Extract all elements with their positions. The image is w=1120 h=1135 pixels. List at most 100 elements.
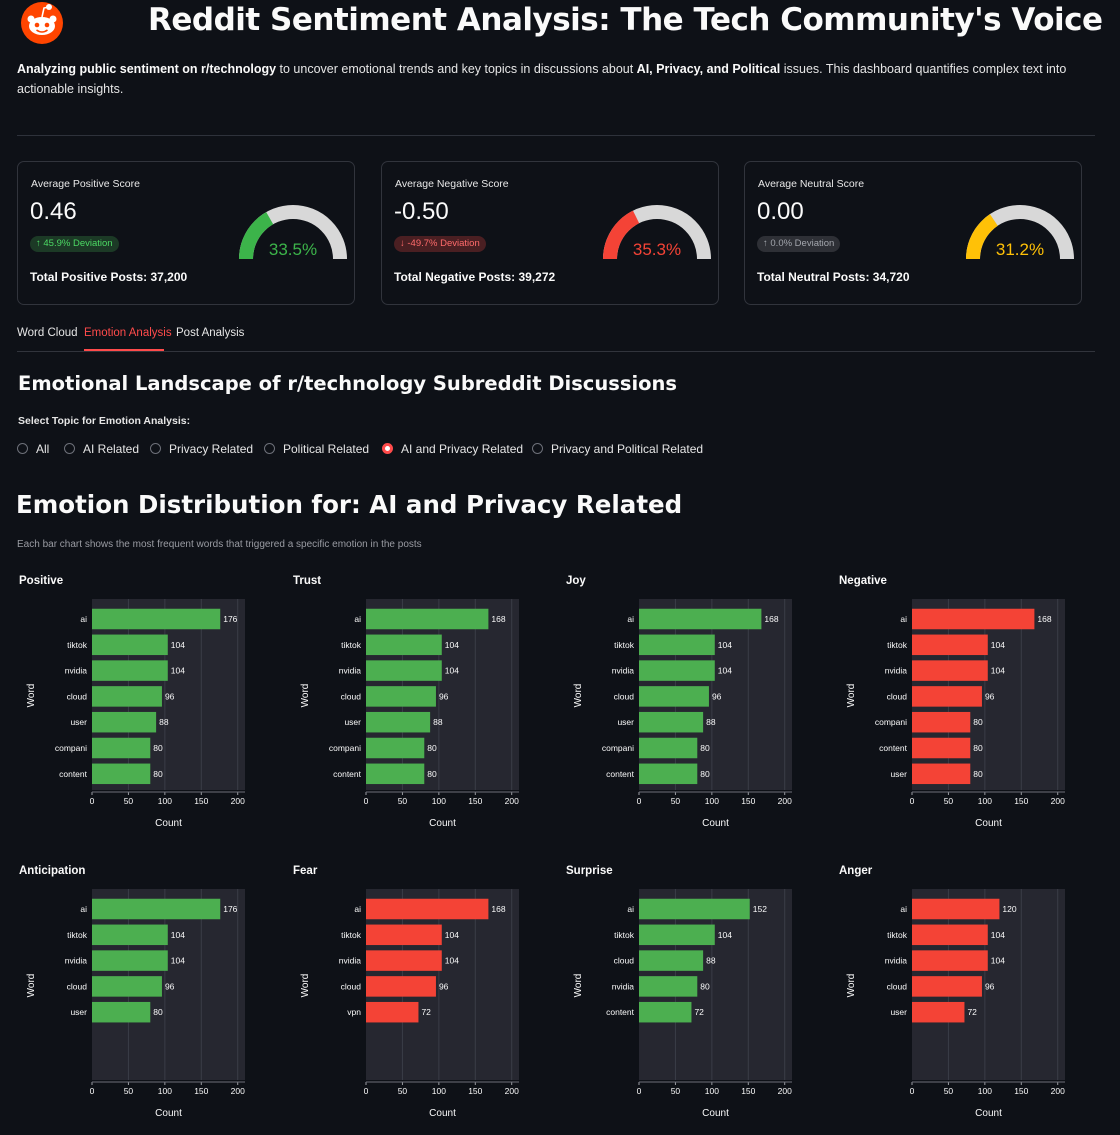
chart-anticipation: Anticipation 0 50 100 150 200 176 ai 104 tiktok 1… [17,865,289,1135]
x-tick-label: 200 [778,796,792,806]
bar-ai [92,898,221,920]
bar-value-label: 80 [700,981,710,991]
bar-value-label: 96 [985,981,995,991]
bar-nvidia [912,950,988,971]
x-tick-label: 50 [398,1086,408,1096]
bar-content [366,763,425,785]
bar-ai [639,608,762,630]
y-tick-label: ai [80,904,87,914]
arrow-up-icon: ↑ [36,238,41,249]
radio-circle[interactable] [17,443,28,454]
radio-circle[interactable] [64,443,75,454]
y-tick-label: nvidia [339,956,361,966]
y-tick-label: cloud [887,691,908,701]
y-axis-title: Word [846,684,857,708]
x-axis-title: Count [975,1108,1002,1119]
x-tick-label: 150 [741,796,755,806]
bar-value-label: 72 [967,1007,977,1017]
bar-value-label: 80 [973,717,983,727]
y-tick-label: tiktok [887,930,908,940]
bar-value-label: 96 [712,691,722,701]
bar-value-label: 80 [427,769,437,779]
y-tick-label: cloud [341,981,362,991]
y-tick-label: user [617,717,634,727]
bar-value-label: 104 [991,640,1005,650]
deviation-text: -49.7% Deviation [407,238,480,249]
y-tick-label: ai [354,614,361,624]
radio-circle[interactable] [150,443,161,454]
x-tick-label: 200 [231,796,245,806]
gauge-chart: 33.5% [239,205,347,260]
y-tick-label: cloud [614,691,635,701]
bar-tiktok [366,924,442,946]
bar-value-label: 80 [700,743,710,753]
bar-tiktok [366,634,442,656]
x-tick-label: 50 [671,796,681,806]
bar-cloud [639,950,704,971]
bar-value-label: 104 [718,666,732,676]
metric-total: Total Negative Posts: 39,272 [394,270,556,284]
y-tick-label: nvidia [65,666,87,676]
y-tick-label: ai [900,904,907,914]
gauge-fill [239,212,274,260]
header-divider [17,135,1095,136]
app-header: Reddit Sentiment Analysis: The Tech Comm… [16,0,1106,46]
bar-nvidia [639,976,698,997]
y-tick-label: cloud [887,981,908,991]
radio-option-label: All [36,442,50,456]
gauge-fill [966,214,999,260]
y-tick-label: tiktok [67,640,88,650]
x-tick-label: 100 [432,1086,446,1096]
arrow-up-icon: ↑ [763,238,768,249]
x-tick-label: 100 [705,796,719,806]
bar-value-label: 72 [421,1007,431,1017]
y-axis-title: Word [573,684,584,708]
x-tick-label: 50 [944,796,954,806]
deviation-badge: ↑ 0.0% Deviation [757,236,841,252]
y-tick-label: ai [900,614,907,624]
deviation-badge: ↓ -49.7% Deviation [394,236,486,252]
metric-value: -0.50 [394,198,449,225]
bar-nvidia [92,660,168,681]
radio-circle[interactable] [264,443,275,454]
tab-word-cloud[interactable]: Word Cloud [17,327,78,339]
x-tick-label: 150 [1014,796,1028,806]
y-tick-label: content [879,743,908,753]
chart-trust: Trust 0 50 100 150 200 168 ai 104 tiktok 104 nvidi… [291,575,563,845]
active-tab-indicator [84,349,164,351]
tab-emotion-analysis[interactable]: Emotion Analysis [84,327,172,339]
topic-radio-label: Select Topic for Emotion Analysis: [18,415,191,427]
x-tick-label: 100 [978,796,992,806]
y-tick-label: content [606,769,635,779]
y-tick-label: content [59,769,88,779]
x-tick-label: 0 [364,1086,369,1096]
x-tick-label: 0 [910,796,915,806]
x-tick-label: 0 [637,796,642,806]
x-tick-label: 0 [637,1086,642,1096]
bar-chart-svg: 0 50 100 150 200 176 ai 104 tiktok 104 nvidia 96 clo… [26,889,245,1119]
gauge-value: 33.5% [269,240,317,259]
x-axis-title: Count [702,818,729,829]
tab-post-analysis[interactable]: Post Analysis [176,327,244,339]
bar-user [639,711,704,733]
x-tick-label: 150 [468,796,482,806]
y-tick-label: ai [627,904,634,914]
bar-chart-svg: 0 50 100 150 200 168 ai 104 tiktok 104 nvidia 96 clo… [300,889,519,1119]
radio-circle[interactable] [532,443,543,454]
y-tick-label: ai [80,614,87,624]
bar-content [92,763,151,785]
radio-option-label: Political Related [283,442,370,456]
y-tick-label: nvidia [885,956,907,966]
bar-chart-svg: 0 50 100 150 200 168 ai 104 tiktok 104 nvidia 96 clo… [846,599,1065,829]
radio-circle-selected[interactable] [382,443,393,454]
bar-value-label: 104 [445,640,459,650]
gauge-value: 35.3% [633,240,681,259]
y-tick-label: tiktok [614,640,635,650]
radio-option-label: Privacy Related [169,442,254,456]
bar-content [912,737,971,759]
bar-value-label: 104 [991,930,1005,940]
x-axis-title: Count [155,818,182,829]
radio-option-label: Privacy and Political Related [551,442,704,456]
bar-value-label: 88 [706,717,716,727]
bar-value-label: 96 [165,691,175,701]
